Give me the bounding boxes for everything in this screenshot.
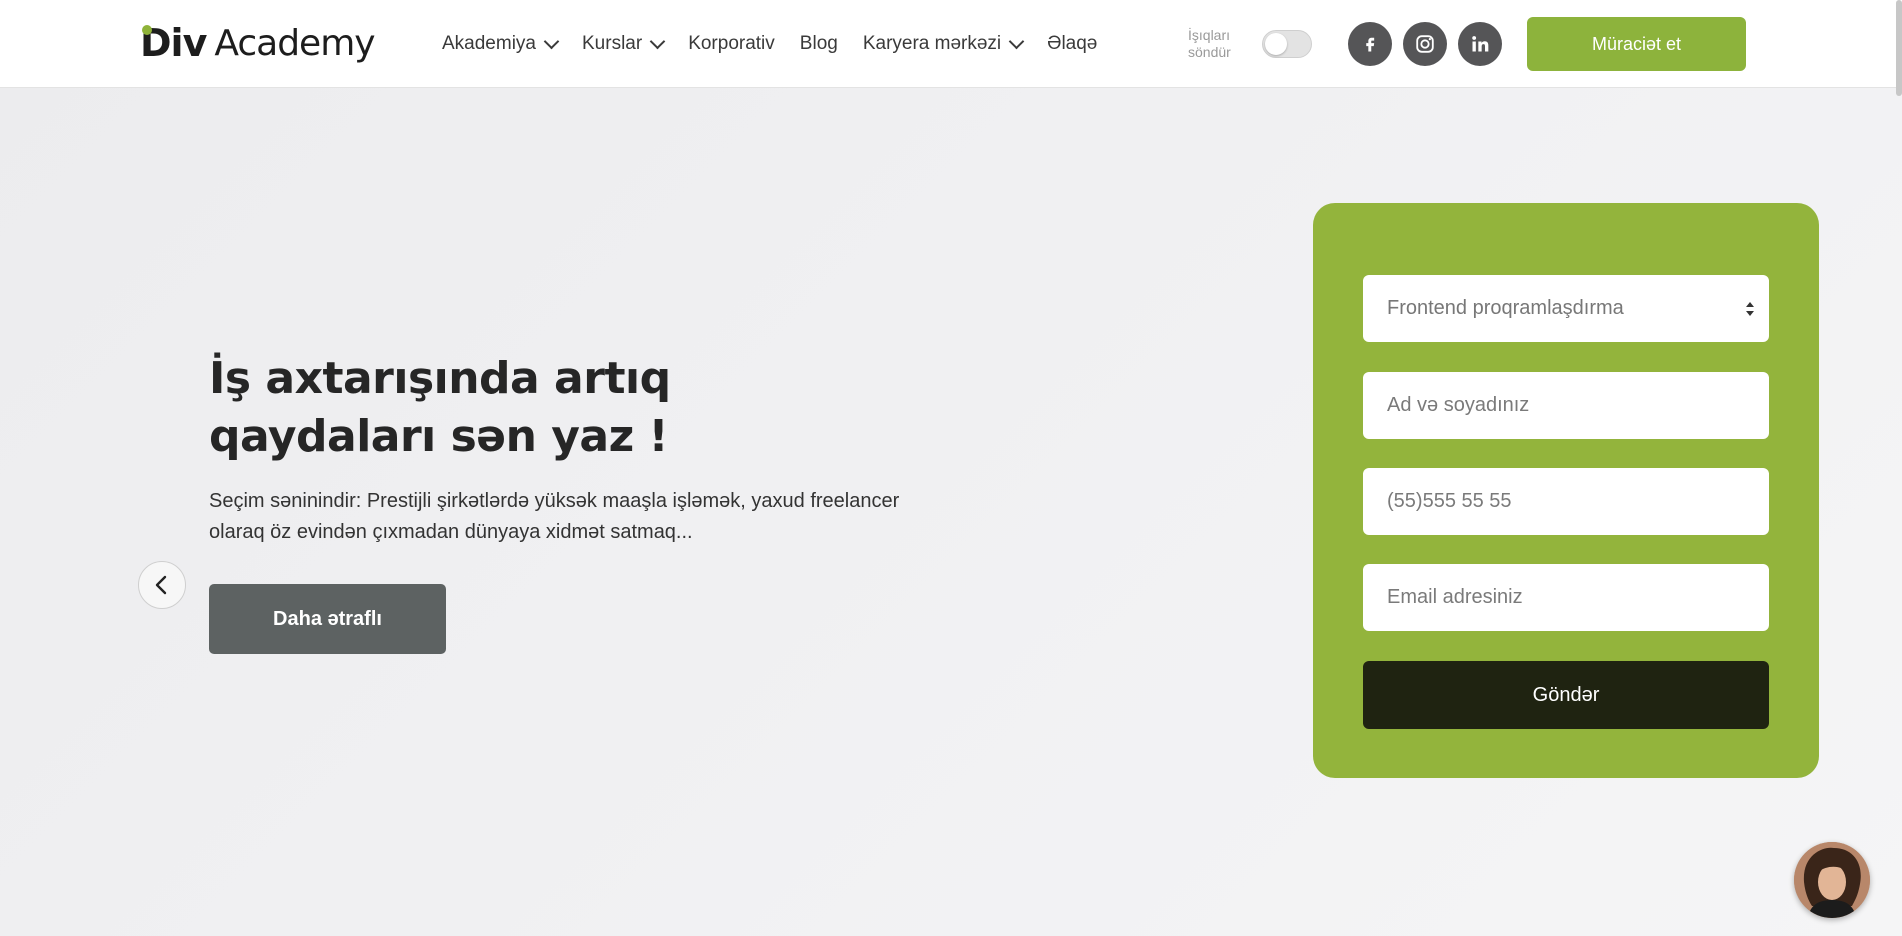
lights-toggle[interactable] xyxy=(1262,30,1312,58)
nav-item-label: Korporativ xyxy=(688,33,775,54)
course-select-value: Frontend proqramlaşdırma xyxy=(1387,297,1624,319)
select-arrows-icon xyxy=(1746,302,1754,316)
linkedin-icon xyxy=(1472,36,1489,52)
name-input[interactable] xyxy=(1387,394,1745,417)
chat-avatar[interactable] xyxy=(1794,842,1870,918)
lights-label-line2: söndür xyxy=(1188,44,1231,60)
nav-item-label: Kurslar xyxy=(582,33,643,54)
instagram-icon xyxy=(1416,35,1434,53)
hero-title-line1: İş axtarışında artıq xyxy=(209,353,671,404)
lights-toggle-label: İşıqları söndür xyxy=(1188,27,1248,61)
nav-item-label: Karyera mərkəzi xyxy=(862,33,1002,54)
linkedin-button[interactable] xyxy=(1458,22,1502,66)
name-field[interactable] xyxy=(1363,372,1769,439)
apply-button[interactable]: Müraciət et xyxy=(1527,17,1746,71)
hero-title: İş axtarışında artıq qaydaları sən yaz ! xyxy=(209,350,769,466)
more-info-button[interactable]: Daha ətraflı xyxy=(209,584,446,654)
submit-button[interactable]: Göndər xyxy=(1363,661,1769,729)
person-avatar-icon xyxy=(1794,842,1870,918)
logo[interactable]: Div Academy xyxy=(140,18,376,68)
nav-item-elaqe[interactable]: Əlaqə xyxy=(1047,33,1097,55)
logo-dot xyxy=(142,25,152,35)
chevron-left-icon xyxy=(155,575,167,595)
logo-div-text: Div xyxy=(140,21,207,65)
instagram-button[interactable] xyxy=(1403,22,1447,66)
nav-item-kurslar[interactable]: Kurslar xyxy=(582,33,666,55)
hero-description: Seçim səninindir: Prestijli şirkətlərdə … xyxy=(209,490,900,543)
lights-label-line1: İşıqları xyxy=(1188,27,1231,43)
toggle-knob xyxy=(1265,33,1287,55)
email-field[interactable] xyxy=(1363,564,1769,631)
chevron-down-icon xyxy=(649,33,666,49)
course-select[interactable]: Frontend proqramlaşdırma xyxy=(1363,275,1769,342)
nav-item-korporativ[interactable]: Korporativ xyxy=(688,33,775,55)
hero-title-line2: qaydaları sən yaz ! xyxy=(209,411,669,462)
facebook-button[interactable] xyxy=(1348,22,1392,66)
nav-item-label: Əlaqə xyxy=(1047,33,1098,54)
site-header: Div Academy Akademiya Kurslar Korporativ… xyxy=(0,0,1902,88)
scrollbar[interactable] xyxy=(1896,0,1902,96)
nav-item-label: Akademiya xyxy=(442,33,536,54)
nav-item-akademiya[interactable]: Akademiya xyxy=(442,33,560,55)
slider-prev-button[interactable] xyxy=(138,561,186,609)
main-nav: Akademiya Kurslar Korporativ Blog Karyer… xyxy=(442,0,1122,88)
nav-item-blog[interactable]: Blog xyxy=(800,33,838,55)
chevron-down-icon xyxy=(543,33,560,49)
facebook-icon xyxy=(1366,37,1375,52)
email-input[interactable] xyxy=(1387,586,1745,609)
nav-item-karyera-merkezi[interactable]: Karyera mərkəzi xyxy=(862,33,1025,55)
nav-item-label: Blog xyxy=(799,33,838,54)
logo-academy-text: Academy xyxy=(214,22,375,64)
application-form: Frontend proqramlaşdırma Göndər xyxy=(1313,203,1819,778)
phone-field[interactable] xyxy=(1363,468,1769,535)
chevron-down-icon xyxy=(1008,33,1025,49)
phone-input[interactable] xyxy=(1387,490,1745,513)
